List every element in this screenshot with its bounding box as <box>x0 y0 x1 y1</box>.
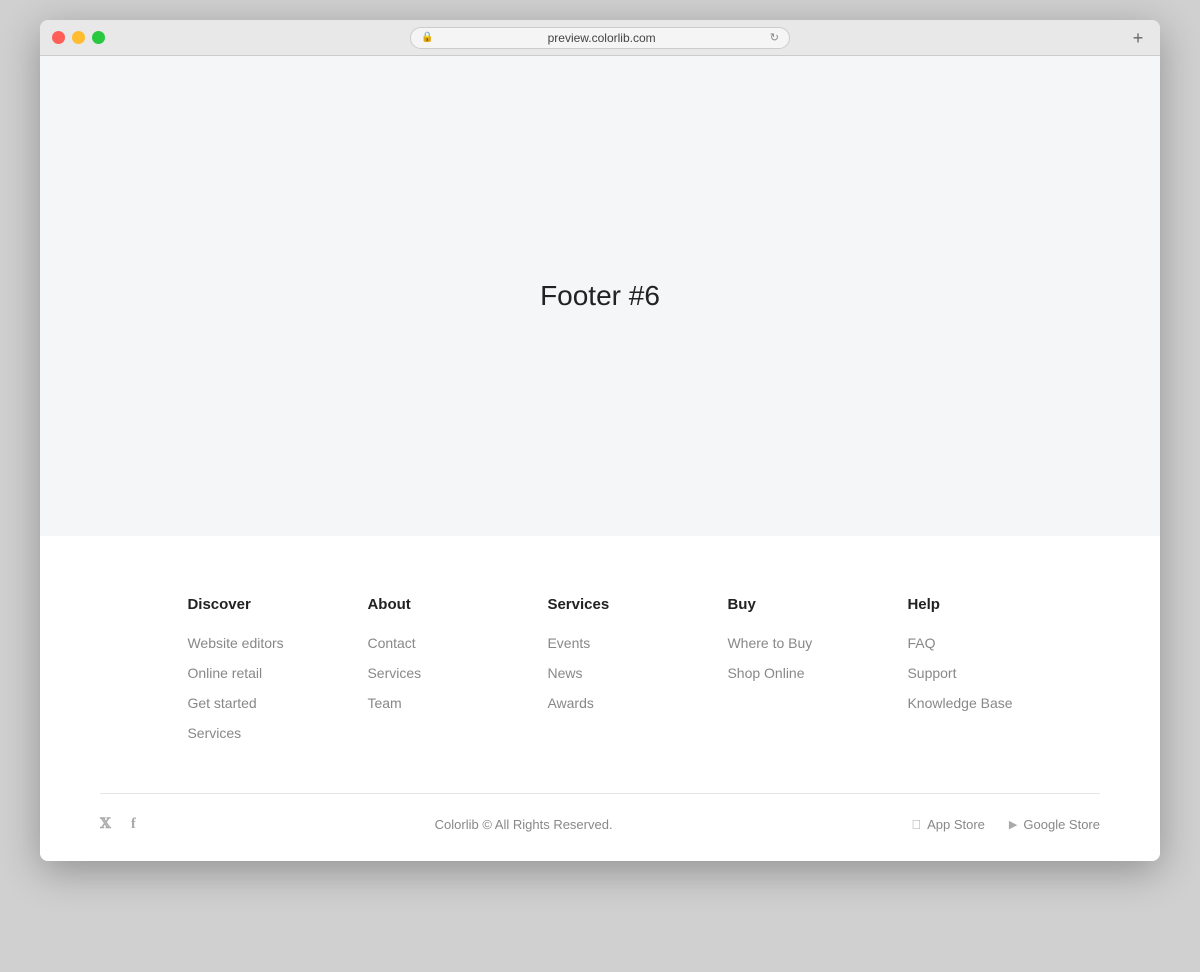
footer-col-help: Help FAQ Support Knowledge Base <box>907 596 1012 743</box>
url-bar[interactable]: 🔒 preview.colorlib.com ↻ <box>410 27 790 49</box>
footer-col-about-heading: About <box>367 596 467 613</box>
footer-social: 𝕏 f <box>100 816 136 833</box>
close-button[interactable] <box>52 31 65 44</box>
footer-col-help-links: FAQ Support Knowledge Base <box>907 635 1012 713</box>
list-item: Get started <box>187 695 287 713</box>
apple-icon:  <box>911 817 921 832</box>
footer-col-discover-heading: Discover <box>187 596 287 613</box>
footer-link-shop-online[interactable]: Shop Online <box>727 665 804 681</box>
page-title: Footer #6 <box>540 280 660 312</box>
list-item: Where to Buy <box>727 635 827 653</box>
list-item: Services <box>187 725 287 743</box>
list-item: Team <box>367 695 467 713</box>
browser-buttons <box>52 31 105 44</box>
footer-link-contact[interactable]: Contact <box>367 635 415 651</box>
play-icon: ▶ <box>1009 818 1017 831</box>
list-item: FAQ <box>907 635 1012 653</box>
list-item: Support <box>907 665 1012 683</box>
footer-link-services-discover[interactable]: Services <box>187 725 241 741</box>
footer: Discover Website editors Online retail G… <box>40 536 1160 861</box>
footer-link-support[interactable]: Support <box>907 665 956 681</box>
footer-col-services-links: Events News Awards <box>547 635 647 713</box>
footer-link-where-to-buy[interactable]: Where to Buy <box>727 635 812 651</box>
list-item: Online retail <box>187 665 287 683</box>
footer-nav: Discover Website editors Online retail G… <box>40 596 1160 793</box>
list-item: Knowledge Base <box>907 695 1012 713</box>
footer-link-services-about[interactable]: Services <box>367 665 421 681</box>
refresh-icon[interactable]: ↻ <box>770 31 779 44</box>
page-main-content: Footer #6 <box>40 56 1160 536</box>
browser-titlebar: 🔒 preview.colorlib.com ↻ + <box>40 20 1160 56</box>
footer-col-about: About Contact Services Team <box>367 596 467 743</box>
google-store-label: Google Store <box>1023 817 1100 832</box>
footer-col-buy-heading: Buy <box>727 596 827 613</box>
footer-col-services-heading: Services <box>547 596 647 613</box>
footer-link-news[interactable]: News <box>547 665 582 681</box>
list-item: Awards <box>547 695 647 713</box>
footer-col-help-heading: Help <box>907 596 1012 613</box>
list-item: Shop Online <box>727 665 827 683</box>
list-item: Services <box>367 665 467 683</box>
footer-col-buy-links: Where to Buy Shop Online <box>727 635 827 683</box>
minimize-button[interactable] <box>72 31 85 44</box>
list-item: News <box>547 665 647 683</box>
footer-link-online-retail[interactable]: Online retail <box>187 665 262 681</box>
footer-bottom: 𝕏 f Colorlib © All Rights Reserved.  Ap… <box>40 794 1160 861</box>
footer-link-website-editors[interactable]: Website editors <box>187 635 283 651</box>
footer-link-team[interactable]: Team <box>367 695 401 711</box>
browser-window: 🔒 preview.colorlib.com ↻ + Footer #6 Dis… <box>40 20 1160 861</box>
app-store-link[interactable]:  App Store <box>911 817 985 832</box>
maximize-button[interactable] <box>92 31 105 44</box>
footer-link-events[interactable]: Events <box>547 635 590 651</box>
footer-col-services: Services Events News Awards <box>547 596 647 743</box>
list-item: Events <box>547 635 647 653</box>
list-item: Website editors <box>187 635 287 653</box>
new-tab-button[interactable]: + <box>1128 28 1148 48</box>
app-store-label: App Store <box>927 817 985 832</box>
footer-link-awards[interactable]: Awards <box>547 695 593 711</box>
footer-link-get-started[interactable]: Get started <box>187 695 256 711</box>
footer-copyright: Colorlib © All Rights Reserved. <box>435 817 613 832</box>
facebook-icon[interactable]: f <box>131 816 136 833</box>
footer-col-discover-links: Website editors Online retail Get starte… <box>187 635 287 743</box>
footer-link-faq[interactable]: FAQ <box>907 635 935 651</box>
google-store-link[interactable]: ▶ Google Store <box>1009 817 1100 832</box>
list-item: Contact <box>367 635 467 653</box>
footer-col-discover: Discover Website editors Online retail G… <box>187 596 287 743</box>
footer-col-about-links: Contact Services Team <box>367 635 467 713</box>
footer-col-buy: Buy Where to Buy Shop Online <box>727 596 827 743</box>
twitter-icon[interactable]: 𝕏 <box>100 816 111 833</box>
footer-link-knowledge-base[interactable]: Knowledge Base <box>907 695 1012 711</box>
url-text: preview.colorlib.com <box>439 31 763 45</box>
footer-stores:  App Store ▶ Google Store <box>911 817 1100 832</box>
lock-icon: 🔒 <box>421 32 433 43</box>
